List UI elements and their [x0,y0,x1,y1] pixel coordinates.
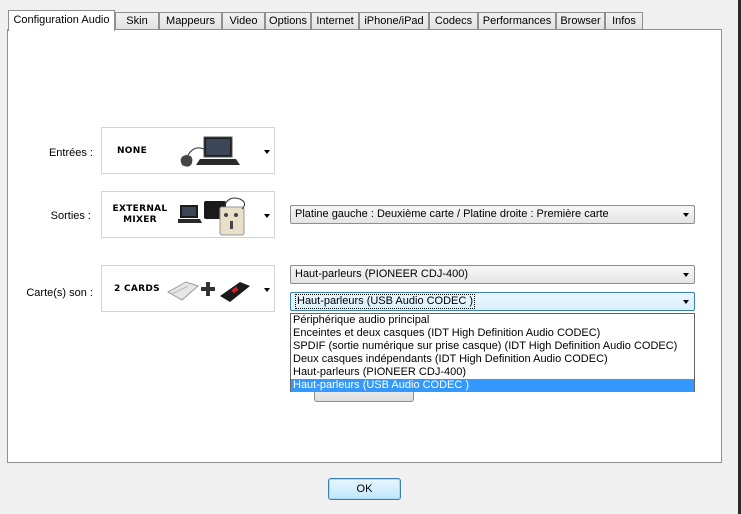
tab-internet[interactable]: Internet [311,12,359,29]
tab-skin[interactable]: Skin [115,12,159,29]
tab-options[interactable]: Options [265,12,311,29]
soundcards-device-selector[interactable]: 2 CARDS [101,265,275,312]
inputs-label: Entrées : [48,147,93,159]
dropdown-option[interactable]: Enceintes et deux casques (IDT High Defi… [291,327,694,340]
outputs-label: Sorties : [50,210,91,222]
laptop-mouse-icon [180,136,240,167]
chevron-down-icon [683,273,689,277]
tab-iphone-ipad[interactable]: iPhone/iPad [359,12,429,29]
inputs-dropdown-arrow-icon [264,150,270,154]
mixer-laptop-icon [178,197,246,236]
tab-configuration-audio[interactable]: Configuration Audio [8,10,115,31]
soundcard-1-select[interactable]: Haut-parleurs (PIONEER CDJ-400) [290,265,695,284]
soundcard-2-select[interactable]: Haut-parleurs (USB Audio CODEC ) [290,292,695,311]
outputs-device-label: EXTERNAL MIXER [112,204,168,225]
tab-performances[interactable]: Performances [478,12,556,29]
tab-mappeurs[interactable]: Mappeurs [159,12,222,29]
soundcard-usb-icon [166,281,250,302]
outputs-dropdown-arrow-icon [264,214,270,218]
soundcards-label: Carte(s) son : [26,287,93,299]
soundcards-device-label: 2 CARDS [114,284,160,294]
inputs-device-selector[interactable]: NONE [101,127,275,174]
tab-codecs[interactable]: Codecs [429,12,478,29]
soundcards-dropdown-arrow-icon [264,288,270,292]
tab-infos[interactable]: Infos [605,12,643,29]
inputs-device-label: NONE [116,146,148,156]
dropdown-option-selected[interactable]: Haut-parleurs (USB Audio CODEC ) [291,379,694,392]
ok-button[interactable]: OK [328,478,401,500]
dropdown-option[interactable]: Deux casques indépendants (IDT High Defi… [291,353,694,366]
tab-browser[interactable]: Browser [556,12,605,29]
outputs-device-selector[interactable]: EXTERNAL MIXER [101,191,275,238]
dropdown-option[interactable]: Périphérique audio principal [291,314,694,327]
tab-video[interactable]: Video [222,12,265,29]
soundcard-2-dropdown-list: Périphérique audio principal Enceintes e… [290,313,695,392]
dropdown-option[interactable]: Haut-parleurs (PIONEER CDJ-400) [291,366,694,379]
dropdown-option[interactable]: SPDIF (sortie numérique sur prise casque… [291,340,694,353]
chevron-down-icon [683,300,689,304]
chevron-down-icon [683,213,689,217]
outputs-routing-select[interactable]: Platine gauche : Deuxième carte / Platin… [290,205,695,224]
